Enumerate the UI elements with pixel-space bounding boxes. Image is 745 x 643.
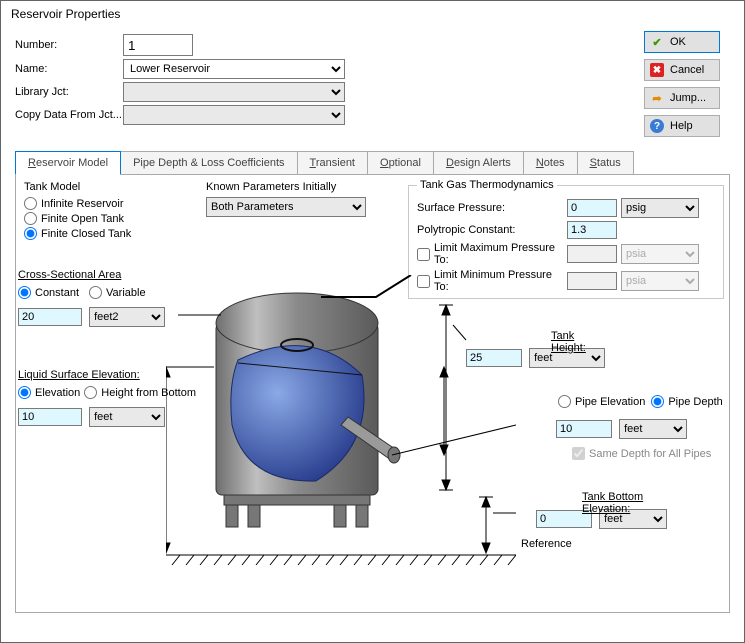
tab-optional[interactable]: Optional	[367, 151, 434, 174]
tab-notes[interactable]: Notes	[523, 151, 578, 174]
jump-arrow-icon: ➦	[650, 91, 664, 105]
bottom-elevation-title[interactable]: Tank Bottom Elevation:	[582, 491, 667, 515]
polytropic-label: Polytropic Constant:	[417, 224, 567, 236]
question-icon: ?	[650, 119, 664, 133]
number-input[interactable]	[123, 34, 193, 56]
cancel-x-icon: ✖	[650, 63, 664, 77]
limit-max-input	[567, 245, 617, 263]
cross-section-value[interactable]	[18, 308, 82, 326]
tab-transient[interactable]: Transient	[297, 151, 368, 174]
tank-height-title[interactable]: Tank Height:	[551, 330, 605, 354]
known-parameters-title: Known Parameters Initially	[206, 181, 386, 193]
tank-model-group: Tank Model Infinite Reservoir Finite Ope…	[24, 179, 194, 242]
same-depth-row: Same Depth for All Pipes	[572, 445, 711, 462]
pipe-value[interactable]	[556, 420, 612, 438]
polytropic-input[interactable]	[567, 221, 617, 239]
library-jct-label: Library Jct:	[15, 86, 123, 98]
copy-data-select[interactable]	[123, 105, 345, 125]
radio-variable[interactable]: Variable	[89, 286, 146, 299]
pipe-unit[interactable]: feet	[619, 419, 687, 439]
reservoir-properties-dialog: Reservoir Properties Number: Name: Lower…	[0, 0, 745, 643]
tab-pipe-depth[interactable]: Pipe Depth & Loss Coefficients	[120, 151, 297, 174]
radio-elevation[interactable]: Elevation	[18, 386, 80, 399]
limit-max-unit: psia	[621, 244, 699, 264]
tank-diagram	[166, 275, 516, 595]
header-form: Number: Name: Lower Reservoir Library Jc…	[15, 31, 644, 143]
surface-elevation-unit[interactable]: feet	[89, 407, 165, 427]
radio-infinite-reservoir[interactable]: Infinite Reservoir	[24, 197, 194, 210]
radio-constant[interactable]: Constant	[18, 286, 79, 299]
surface-elevation-value[interactable]	[18, 408, 82, 426]
radio-finite-open[interactable]: Finite Open Tank	[24, 212, 194, 225]
reservoir-model-panel: Tank Model Infinite Reservoir Finite Ope…	[15, 175, 730, 613]
copy-data-label: Copy Data From Jct...	[15, 109, 123, 121]
check-icon: ✔	[650, 35, 664, 49]
surface-pressure-input[interactable]	[567, 199, 617, 217]
jump-button[interactable]: ➦ Jump...	[644, 87, 720, 109]
same-depth-check: Same Depth for All Pipes	[572, 447, 711, 460]
radio-finite-closed[interactable]: Finite Closed Tank	[24, 227, 194, 240]
number-label: Number:	[15, 39, 123, 51]
tank-model-title: Tank Model	[24, 181, 194, 193]
limit-min-unit: psia	[621, 271, 699, 291]
surface-pressure-label: Surface Pressure:	[417, 202, 567, 214]
name-select[interactable]: Lower Reservoir	[123, 59, 345, 79]
radio-pipe-depth[interactable]: Pipe Depth	[651, 395, 722, 408]
tab-status[interactable]: Status	[577, 151, 634, 174]
known-parameters-select[interactable]: Both Parameters	[206, 197, 366, 217]
limit-max-check[interactable]: Limit Maximum Pressure To:	[417, 242, 567, 266]
tab-bar: Reservoir Model Pipe Depth & Loss Coeffi…	[15, 151, 730, 175]
known-parameters-group: Known Parameters Initially Both Paramete…	[206, 179, 386, 217]
pipe-elev-depth-group: Pipe Elevation Pipe Depth	[558, 393, 723, 410]
help-button[interactable]: ? Help	[644, 115, 720, 137]
bottom-elevation-group: Tank Bottom Elevation: feet	[536, 491, 667, 529]
library-jct-select[interactable]	[123, 82, 345, 102]
radio-pipe-elevation[interactable]: Pipe Elevation	[558, 395, 645, 408]
thermodynamics-title: Tank Gas Thermodynamics	[417, 179, 557, 191]
name-label: Name:	[15, 63, 123, 75]
surface-pressure-unit[interactable]: psig	[621, 198, 699, 218]
cancel-button[interactable]: ✖ Cancel	[644, 59, 720, 81]
window-title: Reservoir Properties	[1, 1, 744, 27]
reference-label: Reference	[521, 538, 572, 550]
cross-section-unit[interactable]: feet2	[89, 307, 165, 327]
tab-design-alerts[interactable]: Design Alerts	[433, 151, 524, 174]
limit-min-input	[567, 272, 617, 290]
pipe-value-row: feet	[556, 419, 687, 439]
tab-reservoir-model[interactable]: Reservoir Model	[15, 151, 121, 175]
ok-button[interactable]: ✔ OK	[644, 31, 720, 53]
